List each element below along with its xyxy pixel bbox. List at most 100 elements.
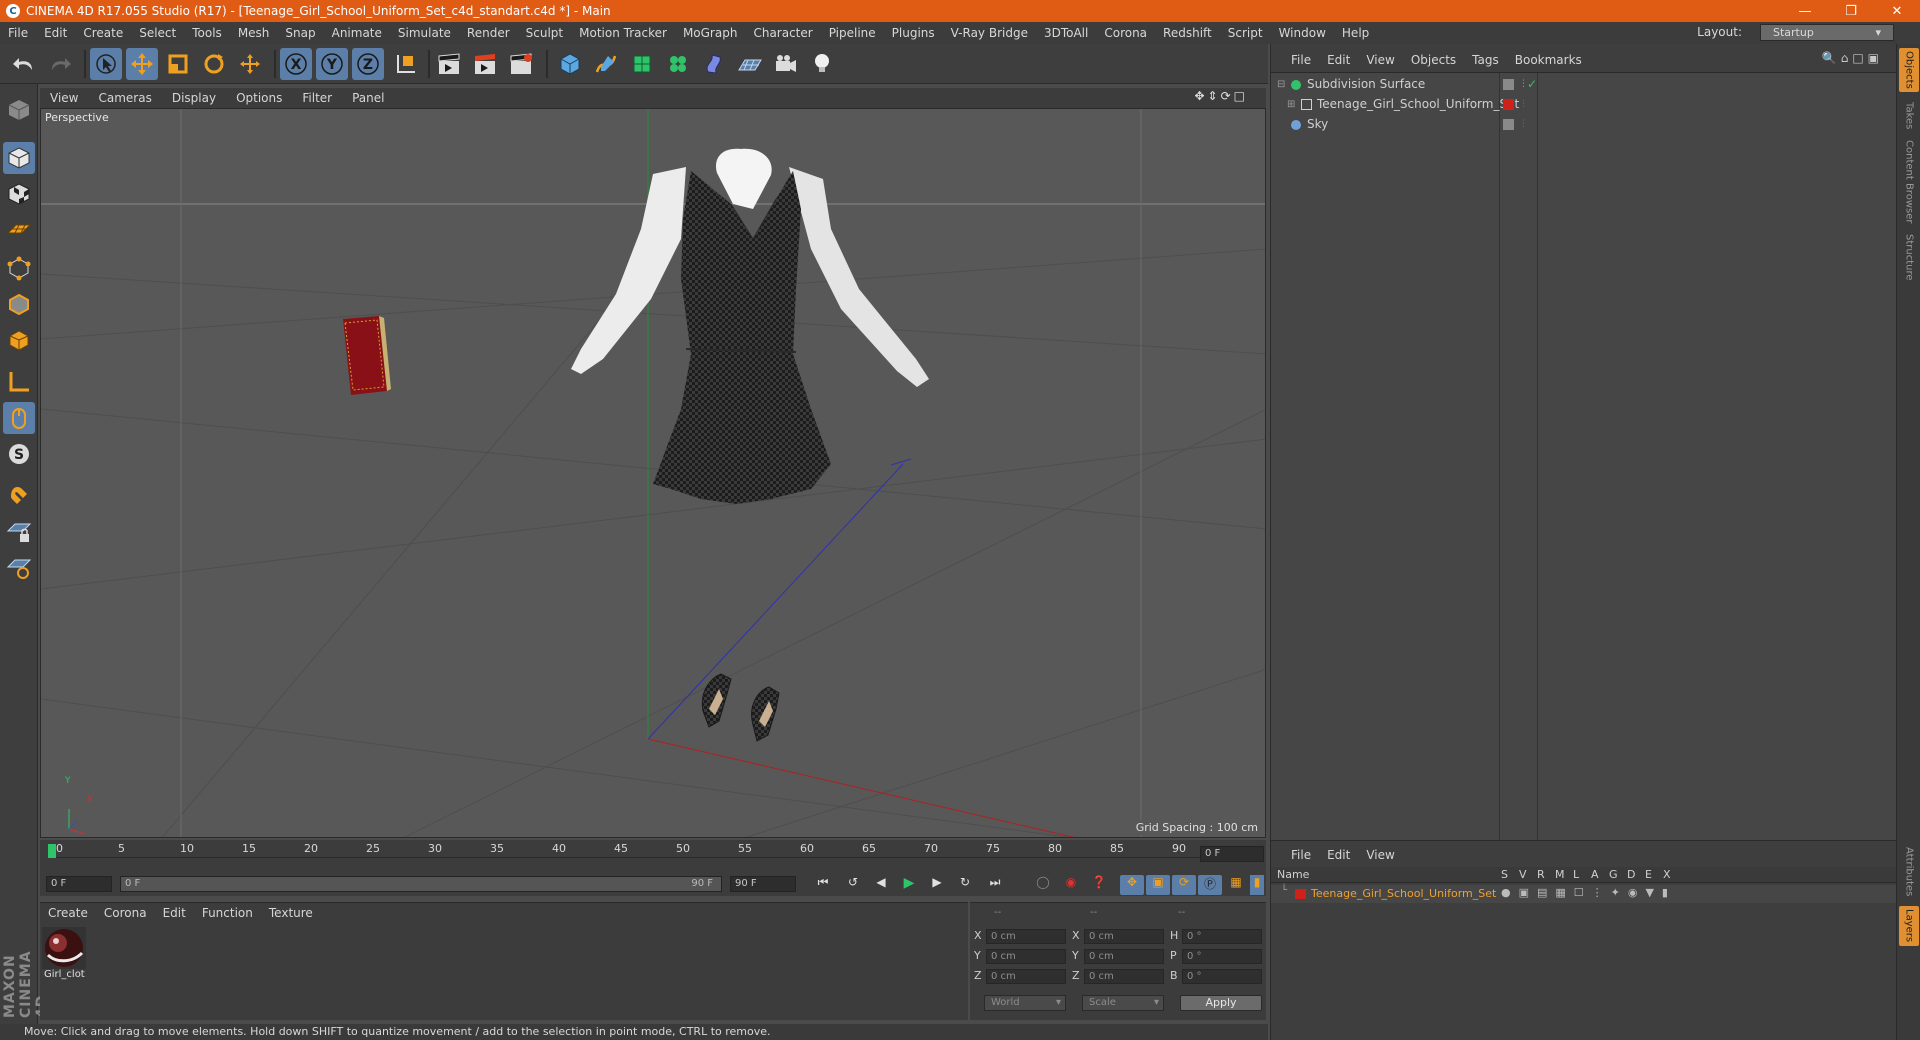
current-frame-field[interactable]: 0 F bbox=[1200, 846, 1264, 862]
edit-render-settings-button[interactable] bbox=[506, 48, 538, 80]
close-icon[interactable]: ✕ bbox=[1874, 0, 1920, 22]
pos-x-field[interactable]: 0 cm bbox=[986, 929, 1066, 944]
menu-window[interactable]: Window bbox=[1271, 26, 1334, 40]
texture-mode-button[interactable] bbox=[3, 178, 35, 210]
tab-layers[interactable]: Layers bbox=[1899, 906, 1919, 946]
mat-menu-edit[interactable]: Edit bbox=[155, 906, 194, 920]
layer-color-swatch[interactable] bbox=[1295, 889, 1306, 899]
om-menu-view[interactable]: View bbox=[1358, 53, 1402, 67]
checkmark-icon[interactable]: ✓ bbox=[1527, 75, 1537, 94]
x-axis-lock-button[interactable]: X bbox=[280, 48, 312, 80]
object-row-teenage-girl[interactable]: ⊞ Teenage_Girl_School_Uniform_Set ⋮ bbox=[1271, 95, 1897, 114]
viewport-nav-icons[interactable]: ✥⇕⟳□ bbox=[1184, 89, 1258, 103]
menu-mograph[interactable]: MoGraph bbox=[675, 26, 746, 40]
menu-file[interactable]: File bbox=[0, 26, 36, 40]
menu-mesh[interactable]: Mesh bbox=[230, 26, 278, 40]
transform-tool-button[interactable] bbox=[234, 48, 266, 80]
menu-redshift[interactable]: Redshift bbox=[1155, 26, 1220, 40]
menu-snap[interactable]: Snap bbox=[277, 26, 323, 40]
play-button[interactable]: ▶ bbox=[896, 875, 922, 895]
minimize-icon[interactable]: — bbox=[1782, 0, 1828, 22]
size-x-field[interactable]: 0 cm bbox=[1084, 929, 1164, 944]
make-editable-button[interactable] bbox=[3, 94, 35, 126]
menu-pipeline[interactable]: Pipeline bbox=[821, 26, 884, 40]
visibility-dots-icon[interactable]: ⋮ bbox=[1519, 115, 1528, 134]
scale-tool-button[interactable] bbox=[162, 48, 194, 80]
pos-z-field[interactable]: 0 cm bbox=[986, 969, 1066, 984]
menu-character[interactable]: Character bbox=[745, 26, 820, 40]
edges-mode-button[interactable] bbox=[3, 288, 35, 320]
enable-snap-button[interactable] bbox=[3, 478, 35, 510]
layer-row[interactable]: └ Teenage_Girl_School_Uniform_Set ●▣▤▦☐⋮… bbox=[1271, 885, 1897, 903]
menu-create[interactable]: Create bbox=[75, 26, 131, 40]
om-menu-tags[interactable]: Tags bbox=[1464, 53, 1507, 67]
frame-ruler[interactable]: 0 5 10 15 20 25 30 35 40 45 50 55 60 65 … bbox=[48, 842, 1218, 858]
visibility-dots-icon[interactable]: ⋮ bbox=[1519, 95, 1528, 114]
object-row-subdivision-surface[interactable]: ⊟ Subdivision Surface ⋮ ✓ bbox=[1271, 75, 1897, 94]
previous-key-button[interactable]: ↺ bbox=[840, 875, 866, 895]
add-subdivision-surface-button[interactable] bbox=[626, 48, 658, 80]
autokeying-button[interactable]: ◉ bbox=[1058, 875, 1084, 895]
size-z-field[interactable]: 0 cm bbox=[1084, 969, 1164, 984]
size-mode-dropdown[interactable]: Scale ▾ bbox=[1082, 995, 1164, 1011]
menu-script[interactable]: Script bbox=[1220, 26, 1271, 40]
go-to-start-button[interactable]: ⏮ bbox=[810, 875, 836, 895]
y-axis-lock-button[interactable]: Y bbox=[316, 48, 348, 80]
record-keys-button[interactable]: ◯ bbox=[1030, 875, 1056, 895]
planar-workplane-button[interactable] bbox=[3, 552, 35, 584]
vp-menu-options[interactable]: Options bbox=[226, 91, 292, 105]
render-view-button[interactable] bbox=[434, 48, 466, 80]
layer-name[interactable]: Teenage_Girl_School_Uniform_Set bbox=[1311, 887, 1496, 900]
menu-tools[interactable]: Tools bbox=[184, 26, 230, 40]
3d-viewport[interactable]: Perspective Y X Grid Spacing : 100 cm bbox=[40, 108, 1266, 838]
snap-mode-button[interactable]: S bbox=[3, 438, 35, 470]
next-frame-button[interactable]: ▶ bbox=[924, 875, 950, 895]
lm-menu-edit[interactable]: Edit bbox=[1319, 848, 1358, 862]
layout-dropdown[interactable]: Startup ▾ bbox=[1760, 24, 1894, 41]
coordinate-space-dropdown[interactable]: World ▾ bbox=[984, 995, 1066, 1011]
add-deformer-button[interactable] bbox=[698, 48, 730, 80]
tweak-mode-button[interactable] bbox=[3, 402, 35, 434]
rot-b-field[interactable]: 0 ° bbox=[1182, 969, 1262, 984]
om-menu-edit[interactable]: Edit bbox=[1319, 53, 1358, 67]
menu-corona[interactable]: Corona bbox=[1096, 26, 1155, 40]
size-y-field[interactable]: 0 cm bbox=[1084, 949, 1164, 964]
layer-tag-icon[interactable] bbox=[1503, 79, 1514, 90]
z-axis-lock-button[interactable]: Z bbox=[352, 48, 384, 80]
next-key-button[interactable]: ↻ bbox=[952, 875, 978, 895]
om-header-icons[interactable]: 🔍⌂□▣ bbox=[1814, 51, 1891, 65]
add-mograph-cloner-button[interactable] bbox=[662, 48, 694, 80]
undo-button[interactable] bbox=[8, 48, 40, 80]
object-list[interactable]: ⊟ Subdivision Surface ⋮ ✓ ⊞ Teenage_Girl… bbox=[1271, 72, 1897, 873]
workplane-mode-button[interactable] bbox=[3, 214, 35, 246]
menu-sculpt[interactable]: Sculpt bbox=[518, 26, 571, 40]
tab-attributes[interactable]: Attributes bbox=[1899, 844, 1919, 900]
menu-vray-bridge[interactable]: V-Ray Bridge bbox=[943, 26, 1036, 40]
menu-simulate[interactable]: Simulate bbox=[390, 26, 459, 40]
add-floor-button[interactable] bbox=[734, 48, 766, 80]
layer-color-icon[interactable] bbox=[1503, 99, 1514, 110]
menu-plugins[interactable]: Plugins bbox=[884, 26, 943, 40]
add-cube-button[interactable] bbox=[554, 48, 586, 80]
expand-icon[interactable]: ⊞ bbox=[1287, 95, 1295, 114]
live-selection-button[interactable] bbox=[90, 48, 122, 80]
menu-3dtoall[interactable]: 3DToAll bbox=[1036, 26, 1096, 40]
menu-render[interactable]: Render bbox=[459, 26, 518, 40]
restore-icon[interactable]: ❐ bbox=[1828, 0, 1874, 22]
rot-h-field[interactable]: 0 ° bbox=[1182, 929, 1262, 944]
go-to-end-button[interactable]: ⏭ bbox=[982, 875, 1008, 895]
pos-y-field[interactable]: 0 cm bbox=[986, 949, 1066, 964]
mat-menu-texture[interactable]: Texture bbox=[261, 906, 321, 920]
layer-tag-icon[interactable] bbox=[1503, 119, 1514, 130]
material-swatch[interactable]: Girl_clot bbox=[42, 927, 86, 983]
menu-select[interactable]: Select bbox=[131, 26, 184, 40]
render-to-picture-viewer-button[interactable] bbox=[470, 48, 502, 80]
tab-objects[interactable]: Objects bbox=[1899, 48, 1919, 92]
key-position-button[interactable]: ✥ bbox=[1120, 875, 1144, 895]
model-mode-button[interactable] bbox=[3, 142, 35, 174]
vp-menu-view[interactable]: View bbox=[40, 91, 88, 105]
apply-button[interactable]: Apply bbox=[1180, 995, 1262, 1011]
rot-p-field[interactable]: 0 ° bbox=[1182, 949, 1262, 964]
collapse-icon[interactable]: ⊟ bbox=[1277, 75, 1285, 94]
keyframe-selection-button[interactable]: ❓ bbox=[1086, 875, 1112, 895]
